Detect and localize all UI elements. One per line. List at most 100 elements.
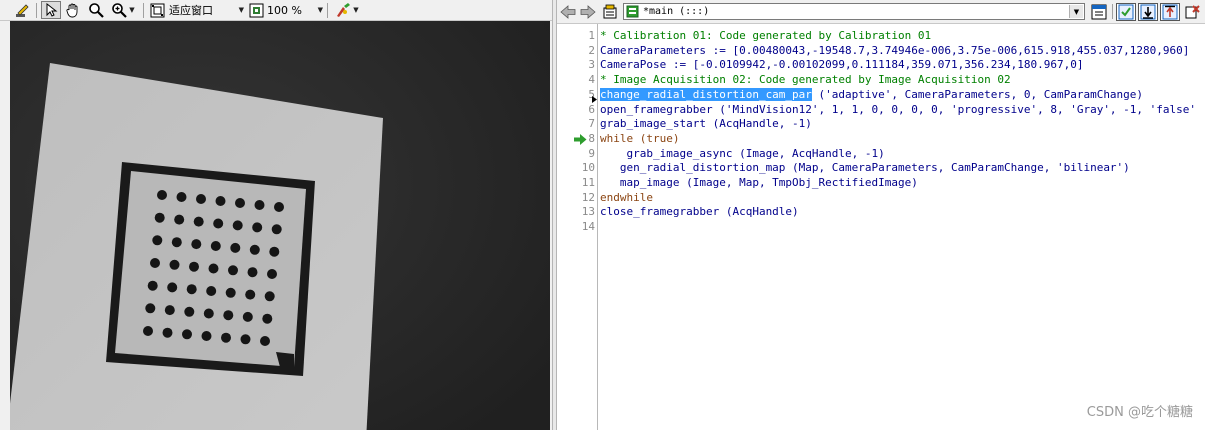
chevron-down-icon[interactable]: ▼: [1069, 5, 1083, 18]
zoom-mode-label: 适应窗口: [169, 4, 213, 17]
code-line[interactable]: 12 endwhile: [557, 191, 1205, 206]
line-number: 1: [588, 29, 595, 42]
code-token: map_image (Image, Map, TmpObj_RectifiedI…: [600, 176, 918, 189]
program-editor[interactable]: 1 * Calibration 01: Code generated by Cal…: [557, 24, 1205, 430]
calibration-dot: [189, 261, 199, 272]
code-line[interactable]: 6 open_framegrabber ('MindVision12', 1, 1…: [557, 103, 1205, 118]
code-text: change_radial_distortion_cam_par ('adapt…: [600, 87, 1144, 103]
code-token: endwhile: [600, 190, 653, 204]
code-text: endwhile: [600, 191, 653, 206]
line-number: 11: [581, 176, 595, 189]
code-line[interactable]: 4 * Image Acquisition 02: Code generated …: [557, 73, 1205, 88]
palette-icon[interactable]: ▼: [332, 1, 362, 19]
run-icon[interactable]: [1116, 3, 1136, 21]
calibration-dot: [230, 242, 241, 253]
program-counter-arrow-icon: [574, 133, 587, 145]
step-over-icon[interactable]: [1138, 3, 1158, 21]
zoom-percent-select[interactable]: 100 % ▼: [249, 1, 325, 19]
code-line[interactable]: 13 close_framegrabber (AcqHandle): [557, 205, 1205, 220]
chevron-down-icon[interactable]: ▼: [239, 6, 244, 14]
line-number: 4: [588, 73, 595, 87]
code-line[interactable]: 10 gen_radial_distortion_map (Map, Camer…: [557, 161, 1205, 176]
calibration-dot: [182, 329, 192, 340]
zoom-percent-label: 100 %: [267, 3, 302, 17]
code-text: CameraPose := [-0.0109942,-0.00102099,0.…: [600, 58, 1083, 73]
magnifier-icon[interactable]: [87, 1, 105, 19]
calibration-dot: [262, 313, 273, 324]
zoom-mode-select[interactable]: 适应窗口 ▼: [150, 1, 246, 19]
code-line[interactable]: 9 grab_image_async (Image, AcqHandle, -1…: [557, 147, 1205, 162]
code-line[interactable]: 2 CameraParameters := [0.00480043,-19548.…: [557, 44, 1205, 59]
calibration-dot: [247, 267, 258, 278]
calibration-dot: [143, 326, 153, 336]
zoom-dropdown-icon[interactable]: ▼: [108, 1, 138, 19]
program-icon[interactable]: [601, 3, 619, 21]
code-line[interactable]: 7 grab_image_start (AcqHandle, -1): [557, 117, 1205, 132]
procedure-name: *main (:::): [643, 6, 710, 17]
pointer-icon[interactable]: [41, 1, 61, 19]
watermark: CSDN @吃个糖糖: [1086, 405, 1193, 420]
pencil-icon[interactable]: [14, 1, 32, 19]
calibration-dot: [174, 214, 185, 225]
calibration-dot: [274, 202, 284, 212]
graphics-image-view[interactable]: [10, 21, 550, 430]
code-token: close_framegrabber (AcqHandle): [600, 205, 799, 219]
procedure-icon: [626, 5, 639, 18]
code-token: ('adaptive', CameraParameters, 0, CamPar…: [811, 87, 1144, 101]
code-token: while (true): [600, 131, 680, 145]
hand-icon[interactable]: [64, 1, 82, 19]
code-token: CameraParameters := [0.00480043,-19548.7…: [600, 43, 1190, 57]
code-text: * Image Acquisition 02: Code generated b…: [600, 73, 1011, 88]
calibration-dot: [184, 306, 195, 317]
code-line[interactable]: 8 while (true): [557, 132, 1205, 147]
calibration-dot: [225, 287, 236, 298]
calibration-dot: [152, 235, 163, 246]
camera-image: [10, 21, 550, 430]
code-token: grab_image_start (AcqHandle, -1): [600, 117, 812, 131]
code-text: open_framegrabber ('MindVision12', 1, 1,…: [600, 103, 1196, 118]
calibration-dot: [223, 310, 234, 321]
step-icon[interactable]: [1090, 3, 1108, 21]
line-number: 9: [588, 146, 595, 160]
calibration-dot: [154, 212, 165, 223]
code-token: CameraPose := [-0.0109942,-0.00102099,0.…: [600, 58, 1084, 72]
calibration-dot: [191, 239, 202, 250]
forward-arrow-icon[interactable]: [579, 3, 597, 21]
calibration-dot: [167, 282, 178, 293]
program-window: *main (:::) ▼ 1 * Calibration 01: Code ge…: [557, 0, 1205, 430]
calibration-dot: [193, 216, 204, 227]
calibration-dot: [264, 291, 275, 302]
graphics-window: ▼ 适应窗口 ▼ 100 % ▼ ▼: [0, 0, 552, 430]
calibration-dot: [176, 192, 187, 202]
code-line[interactable]: 14: [557, 220, 1205, 235]
graphics-border: [0, 21, 10, 430]
clear-icon[interactable]: [1183, 3, 1201, 21]
code-text: close_framegrabber (AcqHandle): [600, 205, 799, 220]
zoom-percent-icon: [249, 3, 264, 18]
insert-cursor-icon: [592, 93, 597, 103]
program-toolbar: *main (:::) ▼: [557, 0, 1205, 24]
reset-icon[interactable]: [1160, 3, 1180, 21]
graphics-toolbar: ▼ 适应窗口 ▼ 100 % ▼ ▼: [0, 0, 552, 21]
code-text: while (true): [600, 132, 679, 147]
calibration-dot: [210, 241, 221, 251]
calibration-dot: [164, 305, 175, 316]
code-line[interactable]: 11 map_image (Image, Map, TmpObj_Rectifi…: [557, 176, 1205, 191]
code-line[interactable]: 5 change_radial_distortion_cam_par ('adap…: [557, 87, 1205, 103]
fit-window-icon: [150, 3, 165, 18]
code-line[interactable]: 1 * Calibration 01: Code generated by Cal…: [557, 29, 1205, 44]
calibration-dot: [169, 259, 180, 270]
procedure-select[interactable]: *main (:::) ▼: [623, 3, 1085, 20]
code-line[interactable]: 3 CameraPose := [-0.0109942,-0.00102099,0…: [557, 58, 1205, 73]
chevron-down-icon[interactable]: ▼: [318, 6, 323, 14]
calibration-dot: [228, 265, 238, 276]
calibration-dot: [249, 244, 260, 255]
calibration-dot: [147, 280, 158, 291]
calibration-dot: [232, 220, 243, 231]
calibration-dot: [157, 190, 167, 200]
calibration-dot: [206, 286, 217, 296]
back-arrow-icon[interactable]: [559, 3, 577, 21]
line-number: 5: [588, 87, 595, 101]
line-number: 13: [581, 205, 595, 219]
calibration-dot: [260, 336, 270, 346]
